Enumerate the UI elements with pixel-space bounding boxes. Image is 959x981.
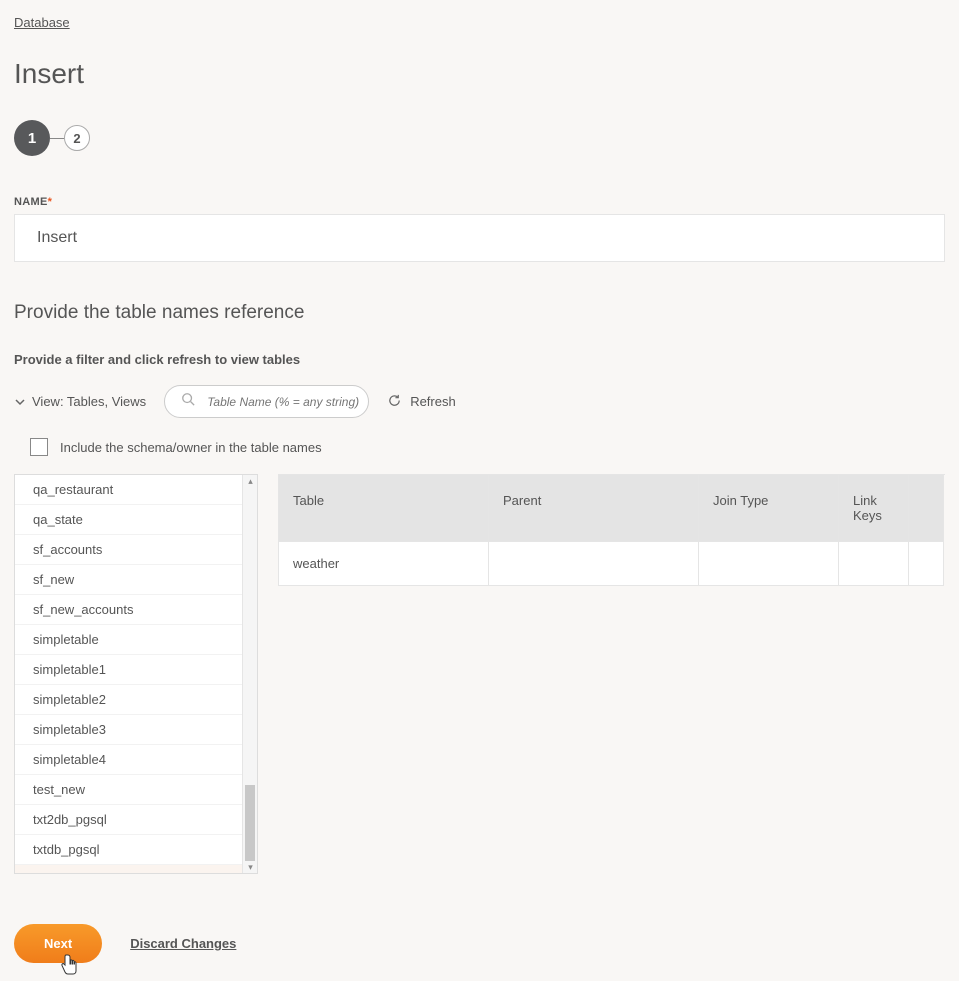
list-item[interactable]: simpletable	[15, 625, 257, 655]
table-cell	[909, 542, 944, 586]
step-1[interactable]: 1	[14, 120, 50, 156]
refresh-label: Refresh	[410, 394, 456, 409]
page-title: Insert	[14, 58, 945, 90]
table-header: Parent	[489, 475, 699, 542]
search-icon	[181, 392, 195, 411]
discard-changes-link[interactable]: Discard Changes	[130, 936, 236, 951]
table-header: Link Keys	[839, 475, 909, 542]
list-item[interactable]: txtdb_pgsql	[15, 835, 257, 865]
list-item[interactable]: test_new	[15, 775, 257, 805]
next-button[interactable]: Next	[14, 924, 102, 963]
target-table: TableParentJoin TypeLink Keys weather	[278, 474, 945, 586]
list-item[interactable]: simpletable1	[15, 655, 257, 685]
table-header	[909, 475, 944, 542]
table-cell	[489, 542, 699, 586]
table-cell: weather	[279, 542, 489, 586]
view-toggle[interactable]: View: Tables, Views	[14, 394, 146, 409]
scroll-up-icon[interactable]: ▴	[243, 475, 258, 487]
table-cell	[839, 542, 909, 586]
step-connector	[50, 138, 64, 139]
include-schema-label: Include the schema/owner in the table na…	[60, 440, 322, 455]
table-search-container	[164, 385, 369, 418]
table-search-input[interactable]	[205, 394, 366, 410]
view-toggle-label: View: Tables, Views	[32, 394, 146, 409]
table-header: Join Type	[699, 475, 839, 542]
table-header: Table	[279, 475, 489, 542]
include-schema-checkbox[interactable]	[30, 438, 48, 456]
wizard-stepper: 1 2	[14, 120, 945, 156]
list-item[interactable]: simpletable4	[15, 745, 257, 775]
list-item[interactable]: qa_state	[15, 505, 257, 535]
name-label: NAME*	[14, 196, 945, 208]
breadcrumb-database[interactable]: Database	[14, 15, 70, 30]
list-item[interactable]: sf_new_accounts	[15, 595, 257, 625]
scroll-thumb[interactable]	[245, 785, 255, 863]
chevron-down-icon	[14, 396, 26, 408]
list-item[interactable]: weather	[15, 865, 257, 873]
list-item[interactable]: txt2db_pgsql	[15, 805, 257, 835]
source-table-list[interactable]: qa_restaurantqa_statesf_accountssf_newsf…	[14, 474, 258, 874]
list-item[interactable]: sf_new	[15, 565, 257, 595]
section-subheader: Provide a filter and click refresh to vi…	[14, 352, 945, 367]
step-2[interactable]: 2	[64, 125, 90, 151]
section-header: Provide the table names reference	[14, 302, 945, 324]
refresh-button[interactable]: Refresh	[387, 393, 456, 411]
scroll-down-icon[interactable]: ▾	[243, 861, 258, 873]
list-item[interactable]: sf_accounts	[15, 535, 257, 565]
table-cell	[699, 542, 839, 586]
refresh-icon	[387, 393, 402, 411]
scrollbar[interactable]: ▴ ▾	[242, 475, 257, 873]
list-item[interactable]: simpletable3	[15, 715, 257, 745]
name-input[interactable]	[14, 214, 945, 262]
list-item[interactable]: simpletable2	[15, 685, 257, 715]
list-item[interactable]: qa_restaurant	[15, 475, 257, 505]
